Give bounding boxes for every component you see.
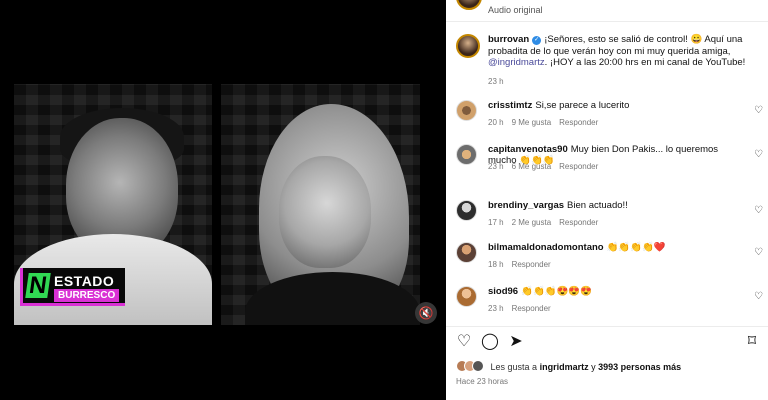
comment-username[interactable]: capitanvenotas90 xyxy=(488,144,568,155)
comment-text: bilmamaldonadomontano 👏👏👏👏❤️ xyxy=(488,242,733,253)
reply-button[interactable]: Responder xyxy=(559,218,598,227)
comment-like-icon[interactable]: ♡ xyxy=(754,149,763,160)
comment-avatar[interactable] xyxy=(456,200,477,221)
comment-item: capitanvenotas90 Muy bien Don Pakis... lo… xyxy=(446,142,768,184)
likes-user[interactable]: ingridmartz xyxy=(540,362,589,372)
caption-body-end: . ¡HOY a las 20:00 hrs en mi canal de Yo… xyxy=(544,57,746,68)
comment-likes[interactable]: 2 Me gusta xyxy=(512,218,552,227)
comment-time: 23 h xyxy=(488,162,504,171)
comment-time: 23 h xyxy=(488,304,504,313)
profile-avatar[interactable] xyxy=(456,0,482,10)
brand-bottom-text: BURRESCO xyxy=(54,289,120,302)
comment-like-icon[interactable]: ♡ xyxy=(754,105,763,116)
verified-icon: ✓ xyxy=(532,36,542,45)
brand-mark: N xyxy=(25,272,51,299)
like-icon[interactable]: ♡ xyxy=(456,333,472,349)
likes-text-middle: y xyxy=(591,362,596,372)
save-icon[interactable]: ⌑ xyxy=(744,333,760,349)
comment-username[interactable]: bilmamaldonadomontano xyxy=(488,242,604,253)
comment-message: Bien actuado!! xyxy=(567,200,628,211)
caption-text: burrovan ✓ ¡Señores, esto se salió de cont… xyxy=(488,34,758,69)
woman-face xyxy=(279,156,371,268)
comment-text: siod96 👏👏👏😍😍😍 xyxy=(488,286,733,297)
reply-button[interactable]: Responder xyxy=(512,304,551,313)
likes-count[interactable]: 3993 personas más xyxy=(598,362,681,372)
comment-likes[interactable]: 6 Me gusta xyxy=(512,162,552,171)
comment-item: crisstimtz Si,se parece a lucerito 20 h 9 … xyxy=(446,98,768,140)
comment-avatar[interactable] xyxy=(456,286,477,307)
comment-item: siod96 👏👏👏😍😍😍 23 h Responder ♡ xyxy=(446,284,768,326)
post-date: Hace 23 horas xyxy=(456,377,509,386)
comment-item: brendiny_vargas Bien actuado!! 17 h 2 Me g… xyxy=(446,198,768,240)
share-icon[interactable]: ➤ xyxy=(508,333,524,349)
comment-text: crisstimtz Si,se parece a lucerito xyxy=(488,100,733,111)
comment-username[interactable]: brendiny_vargas xyxy=(488,200,564,211)
audio-label[interactable]: Audio original xyxy=(488,5,543,15)
comment-meta: 23 h Responder xyxy=(488,304,551,313)
comment-text: brendiny_vargas Bien actuado!! xyxy=(488,200,733,211)
comment-like-icon[interactable]: ♡ xyxy=(754,291,763,302)
comment-username[interactable]: siod96 xyxy=(488,286,518,297)
likes-text-prefix: Les gusta a xyxy=(490,362,538,372)
mute-icon[interactable]: 🔇 xyxy=(415,302,437,324)
comment-time: 17 h xyxy=(488,218,504,227)
caption-avatar[interactable] xyxy=(456,34,480,58)
comment-message: 👏👏👏😍😍😍 xyxy=(521,286,593,297)
comments-panel: Audio original burrovan ✓ ¡Señores, esto s… xyxy=(446,0,768,400)
comment-like-icon[interactable]: ♡ xyxy=(754,247,763,258)
comment-meta: 18 h Responder xyxy=(488,260,551,269)
comment-avatar[interactable] xyxy=(456,144,477,165)
video-left-frame: N ESTADO BURRESCO xyxy=(14,84,212,325)
post-media[interactable]: N ESTADO BURRESCO 🔇 xyxy=(0,0,446,400)
mention-link[interactable]: @ingridmartz xyxy=(488,57,545,68)
post-actions: ♡ ◯ ➤ ⌑ xyxy=(446,326,768,356)
comment-likes[interactable]: 9 Me gusta xyxy=(512,118,552,127)
caption-username[interactable]: burrovan xyxy=(488,34,529,45)
reply-button[interactable]: Responder xyxy=(512,260,551,269)
reply-button[interactable]: Responder xyxy=(559,118,598,127)
reply-button[interactable]: Responder xyxy=(559,162,598,171)
caption-time: 23 h xyxy=(488,77,504,86)
comment-time: 18 h xyxy=(488,260,504,269)
comment-avatar[interactable] xyxy=(456,242,477,263)
comment-meta: 23 h 6 Me gusta Responder xyxy=(488,162,598,171)
estado-burresco-logo: N ESTADO BURRESCO xyxy=(20,268,125,306)
comment-meta: 17 h 2 Me gusta Responder xyxy=(488,218,598,227)
likes-summary: Les gusta a ingridmartz y 3993 personas … xyxy=(456,360,762,376)
liker-avatar[interactable] xyxy=(472,360,484,372)
brand-top-text: ESTADO xyxy=(54,273,115,289)
comment-item: bilmamaldonadomontano 👏👏👏👏❤️ 18 h Responde… xyxy=(446,240,768,282)
comment-icon[interactable]: ◯ xyxy=(481,333,499,349)
post-header-strip: Audio original xyxy=(446,0,768,22)
comment-message: 👏👏👏👏❤️ xyxy=(606,242,666,253)
comment-avatar[interactable] xyxy=(456,100,477,121)
comment-username[interactable]: crisstimtz xyxy=(488,100,532,111)
comment-message: Si,se parece a lucerito xyxy=(535,100,630,111)
comment-like-icon[interactable]: ♡ xyxy=(754,205,763,216)
comment-time: 20 h xyxy=(488,118,504,127)
video-right-frame xyxy=(221,84,420,325)
comment-meta: 20 h 9 Me gusta Responder xyxy=(488,118,598,127)
